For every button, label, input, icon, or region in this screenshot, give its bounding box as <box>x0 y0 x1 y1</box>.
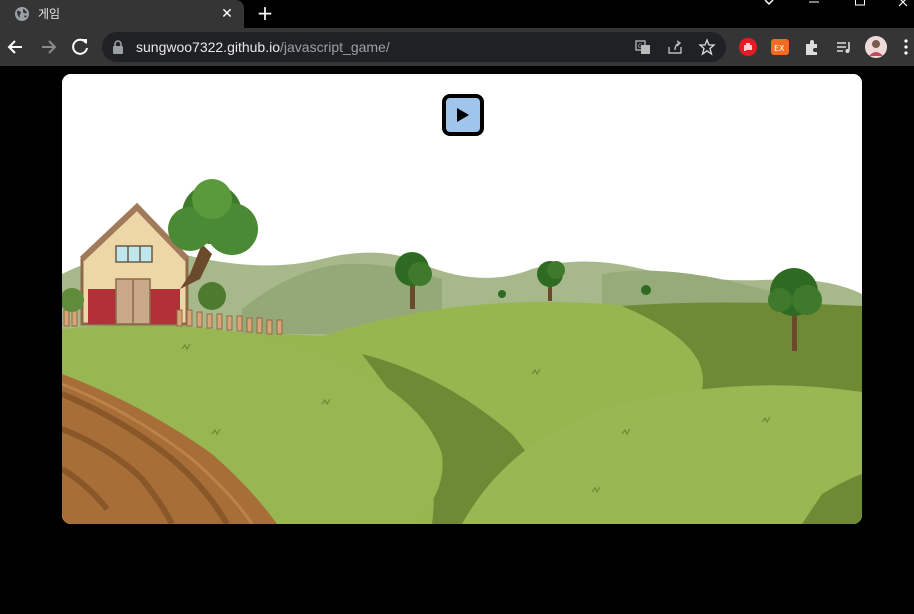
globe-icon <box>15 7 29 21</box>
browser-toolbar: sungwoo7322.github.io/javascript_game/ G… <box>0 28 914 66</box>
ex-extension-icon[interactable]: EX <box>770 37 790 57</box>
translate-icon[interactable]: G <box>634 38 652 56</box>
tab-title: 게임 <box>38 7 61 21</box>
bookmark-star-icon[interactable] <box>698 38 716 56</box>
minimize-icon[interactable] <box>808 0 820 6</box>
url-text[interactable]: sungwoo7322.github.io/javascript_game/ <box>136 39 390 55</box>
tab-game[interactable]: 게임 ✕ <box>0 0 244 28</box>
media-control-icon[interactable] <box>834 37 854 57</box>
lock-icon[interactable] <box>112 40 124 54</box>
adblock-extension-icon[interactable] <box>738 37 758 57</box>
address-bar[interactable]: sungwoo7322.github.io/javascript_game/ G <box>102 32 726 62</box>
svg-text:EX: EX <box>774 44 785 53</box>
play-button[interactable] <box>442 94 484 136</box>
forward-arrow-icon[interactable] <box>37 36 59 58</box>
new-tab-button[interactable]: + <box>254 2 276 24</box>
tab-search-icon[interactable] <box>763 0 775 8</box>
extensions-puzzle-icon[interactable] <box>802 37 822 57</box>
play-icon <box>457 108 469 122</box>
tab-strip: 게임 ✕ + <box>0 0 914 28</box>
close-tab-icon[interactable]: ✕ <box>218 5 236 23</box>
url-domain: sungwoo7322.github.io <box>136 39 281 55</box>
more-menu-icon[interactable] <box>901 38 911 56</box>
avatar-image <box>865 36 887 58</box>
url-path: /javascript_game/ <box>280 39 390 55</box>
game-canvas[interactable] <box>62 74 862 524</box>
share-icon[interactable] <box>666 38 684 56</box>
svg-text:G: G <box>638 43 643 50</box>
profile-avatar[interactable] <box>865 36 887 58</box>
close-window-icon[interactable] <box>898 0 910 8</box>
reload-icon[interactable] <box>69 36 91 58</box>
maximize-icon[interactable] <box>854 0 866 8</box>
back-arrow-icon[interactable] <box>5 36 27 58</box>
farm-landscape-background <box>62 74 862 524</box>
